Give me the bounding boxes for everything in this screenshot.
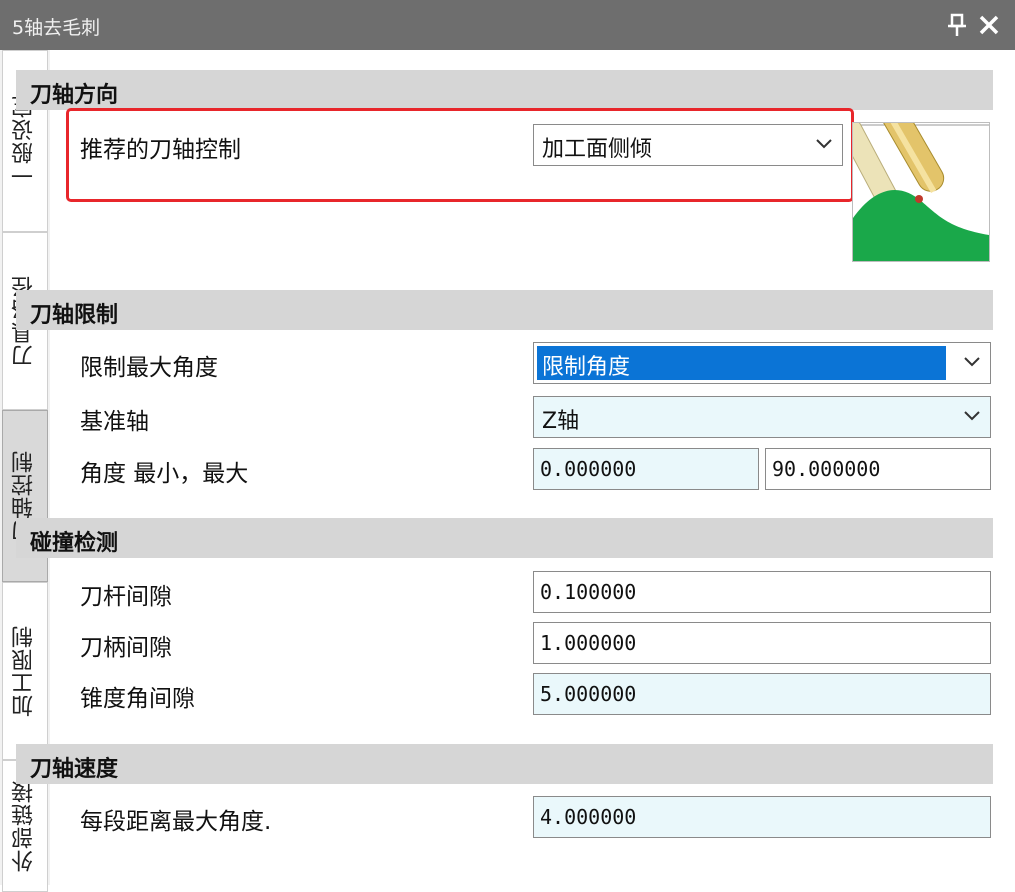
angle-min-max-label: 角度 最小，最大 [80, 461, 249, 487]
holder-clearance-label: 刀柄间隙 [80, 635, 172, 661]
taper-clearance-input[interactable]: 5.000000 [533, 673, 991, 715]
section-title: 刀轴方向 [30, 83, 119, 108]
section-header-collision-check: 碰撞检测 [16, 518, 993, 558]
section-title: 刀轴速度 [30, 757, 119, 782]
max-angle-per-distance-label: 每段距离最大角度. [80, 809, 272, 835]
section-title: 刀轴限制 [30, 303, 119, 328]
input-value: 0.100000 [540, 580, 637, 604]
max-angle-per-distance-input[interactable]: 4.000000 [533, 796, 991, 838]
tab-label: 加工限制 [12, 625, 37, 717]
section-header-tool-axis-limit: 刀轴限制 [16, 290, 993, 330]
tool-axis-preview-image [839, 91, 990, 262]
reference-axis-dropdown[interactable]: Z轴 [533, 396, 991, 438]
reference-axis-label: 基准轴 [80, 409, 149, 435]
input-value: 1.000000 [540, 631, 637, 655]
section-header-tool-axis-direction: 刀轴方向 [16, 70, 993, 110]
shank-clearance-input[interactable]: 0.100000 [533, 571, 991, 613]
input-value: 5.000000 [540, 682, 637, 706]
angle-min-input[interactable]: 0.000000 [533, 448, 759, 490]
section-title: 碰撞检测 [30, 531, 119, 556]
holder-clearance-input[interactable]: 1.000000 [533, 622, 991, 664]
chevron-down-icon [964, 411, 980, 421]
tab-label: 外部链接 [12, 780, 37, 872]
window-title: 5轴去毛刺 [12, 17, 101, 39]
shank-clearance-label: 刀杆间隙 [80, 584, 172, 610]
chevron-down-icon [964, 357, 980, 367]
angle-max-input[interactable]: 90.000000 [765, 448, 991, 490]
highlight-box [66, 108, 854, 202]
pin-button[interactable] [944, 10, 970, 40]
max-angle-limit-dropdown[interactable]: 限制角度 [533, 342, 991, 384]
dropdown-value: 限制角度 [542, 355, 631, 380]
input-value: 90.000000 [772, 457, 881, 481]
taper-clearance-label: 锥度角间隙 [80, 686, 195, 712]
close-icon [979, 15, 999, 35]
dropdown-value: Z轴 [542, 409, 580, 434]
pin-icon [948, 13, 966, 36]
input-value: 0.000000 [540, 457, 637, 481]
close-button[interactable] [976, 10, 1002, 40]
window-titlebar: 5轴去毛刺 [0, 0, 1015, 50]
max-angle-limit-label: 限制最大角度 [80, 355, 218, 381]
tab-machining-limits[interactable]: 加工限制 [2, 582, 48, 760]
ball-mill-illustration [839, 91, 989, 261]
section-header-tool-axis-speed: 刀轴速度 [16, 744, 993, 784]
input-value: 4.000000 [540, 805, 637, 829]
